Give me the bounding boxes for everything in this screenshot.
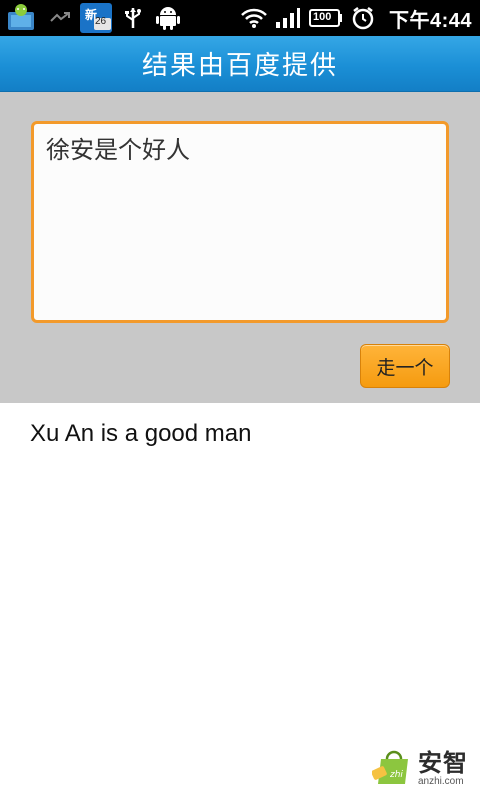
clock-time: 下午4:44 (388, 9, 472, 32)
battery-icon: 100 (305, 0, 347, 36)
title-bar: 结果由百度提供 (0, 36, 480, 92)
wifi-icon (237, 0, 271, 36)
svg-text:zhi: zhi (389, 770, 403, 780)
source-text-input[interactable]: 徐安是个好人 (31, 121, 449, 323)
usb-icon (116, 0, 150, 36)
anzhi-watermark: zhi 安智 anzhi.com (371, 746, 468, 790)
signal-icon (271, 0, 305, 36)
input-panel: 徐安是个好人 走一个 (0, 92, 480, 403)
alarm-icon (347, 0, 379, 36)
notification-badge: 26 (95, 16, 107, 27)
android-debug-icon (150, 0, 186, 36)
call-missed-icon (44, 0, 76, 36)
translate-button[interactable]: 走一个 (360, 344, 450, 388)
shopping-bag-icon: zhi (371, 746, 414, 790)
android-app-icon (0, 0, 44, 36)
watermark-url: anzhi.com (418, 775, 464, 787)
watermark-name: 安智 (418, 748, 468, 777)
battery-level: 100 (312, 11, 332, 23)
app-badge-icon: 新 26 (76, 0, 116, 36)
page-title: 结果由百度提供 (141, 51, 338, 81)
status-bar: 新 26 100 下午4:44 (0, 0, 480, 36)
translation-result: Xu An is a good man (30, 420, 252, 447)
